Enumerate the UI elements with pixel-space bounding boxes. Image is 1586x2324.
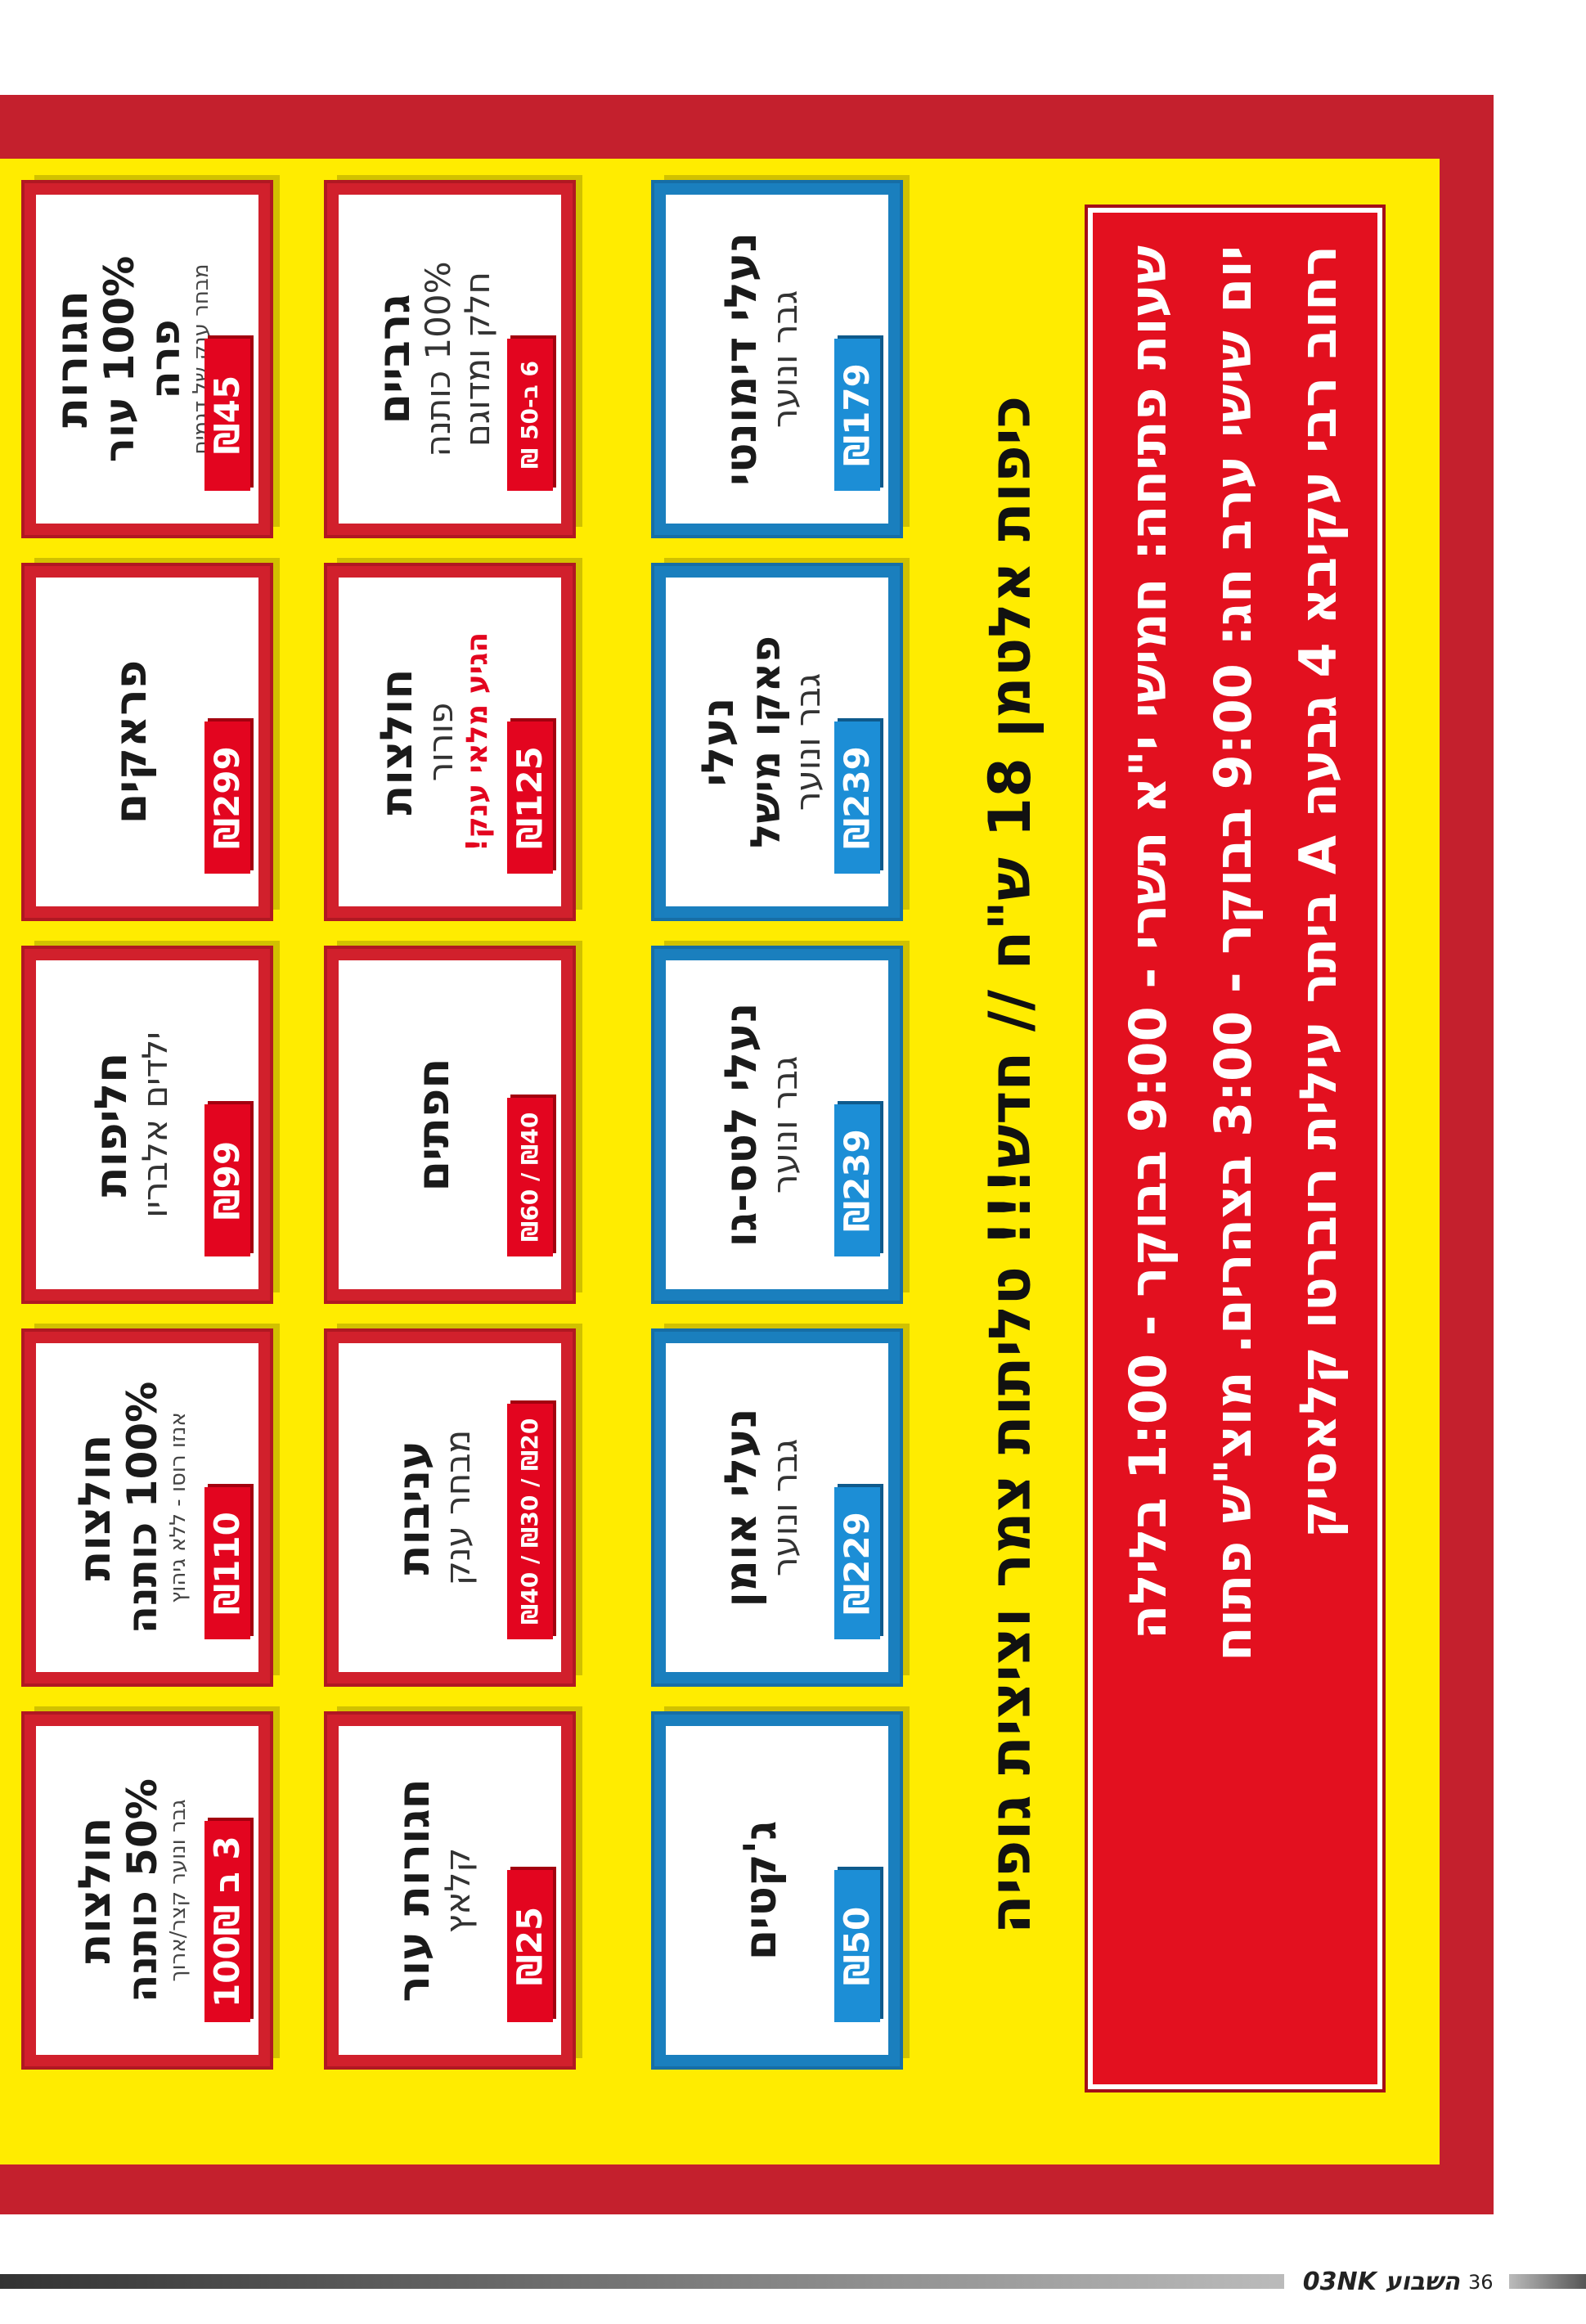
product-title: ג'קטים: [735, 1820, 786, 1961]
price-tag: ₪40 / ₪60: [507, 1097, 553, 1256]
product-card-forward-shirts: חולצות פורור הגיע מלאי ענק! ₪125: [327, 566, 573, 918]
ad-content: חגורות 100% עור פרה מבחר ענק של דגמים ₪4…: [0, 159, 1440, 2164]
product-title: נעלי לטס-גו: [715, 1002, 766, 1247]
stock-notice: הגיע מלאי ענק!: [461, 632, 494, 852]
product-card-dimonti-shoes: נעלי דימונטי גבר ונוער ₪179: [654, 183, 900, 535]
product-card-kids-suits: חליפות ילדים אלבריו ₪99: [25, 949, 270, 1301]
opening-hours-line-1: שעות פתיחה: חמישי י"א תשרי - 9:00 בבוקר …: [1118, 245, 1178, 1640]
price-tag: ₪299: [204, 721, 250, 874]
price-tag: 3 ב 100₪: [204, 1821, 250, 2022]
product-subtitle: קלאץ: [438, 1847, 478, 1934]
opening-hours-box: שעות פתיחה: חמישי י"א תשרי - 9:00 בבוקר …: [1088, 208, 1382, 2089]
product-subtitle-2: חלק ומדוגם: [457, 272, 497, 447]
opening-hours-line-2: יום שישי ערב חג: 9:00 בבוקר - 3:00 בצהרי…: [1203, 245, 1263, 1661]
product-title: חולצות: [371, 668, 422, 816]
price-tag: ₪99: [204, 1104, 250, 1256]
product-card-belts: חגורות 100% עור פרה מבחר ענק של דגמים ₪4…: [25, 183, 270, 535]
product-subtitle: מבחר ענק: [438, 1429, 478, 1586]
price-tag: ₪125: [507, 721, 553, 874]
product-row-1: חגורות 100% עור פרה מבחר ענק של דגמים ₪4…: [25, 159, 319, 2164]
page-number: 36: [1468, 2271, 1494, 2294]
price-tag: ₪20 / ₪30 / ₪40: [507, 1403, 553, 1639]
price-tag: ₪239: [834, 721, 880, 874]
price-tag: ₪229: [834, 1487, 880, 1639]
product-title-2: 100% כותנה: [119, 1381, 166, 1634]
product-card-jackets: ג'קטים ₪50: [654, 1715, 900, 2066]
product-title: חליפות: [85, 1052, 137, 1198]
footer-rule-end: [1509, 2274, 1586, 2289]
headline: כיפות אלטמן 18 ש"ח // חדש!!! טליתות צמר …: [977, 395, 1044, 1935]
product-subtitle: 100% כותנה: [418, 261, 458, 457]
product-card-paco-michel-shoes: נעלי פאקו מישל גבר ונוער ₪239: [654, 566, 900, 918]
store-address: רחוב רבי עקיבא 4 גבעה A ביתר עילית רוברט…: [1288, 245, 1348, 1539]
footer-rule: [0, 2274, 1284, 2289]
product-title-2: 50% כותנה: [119, 1778, 166, 2003]
product-subtitle: פורור: [420, 702, 461, 782]
product-subtitle: גבר ונוער: [765, 1055, 805, 1194]
price-tag: ₪50: [834, 1870, 880, 2022]
product-subtitle: גבר ונוער קצר/ארוך: [166, 1799, 191, 1982]
product-row-2: גרביים 100% כותנה חלק ומדוגם 6 ב-50 ₪ חו…: [327, 159, 622, 2164]
product-title: חולצות: [69, 1817, 120, 1964]
product-card-shirts-100: חולצות 100% כותנה אנזו רוסו - ללא גיהוץ …: [25, 1332, 270, 1683]
product-title-2: 100% עור פרה: [96, 255, 189, 463]
ad-yellow-panel: חגורות 100% עור פרה מבחר ענק של דגמים ₪4…: [0, 159, 1440, 2164]
price-tag: 6 ב-50 ₪: [507, 339, 553, 491]
product-card-oman-shoes: נעלי אומן גבר ונוער ₪229: [654, 1332, 900, 1683]
price-tag: ₪179: [834, 339, 880, 491]
product-row-3: נעלי דימונטי גבר ונוער ₪179 נעלי פאקו מי…: [654, 159, 949, 2164]
product-card-leather-belts: חגורות עור קלאץ ₪25: [327, 1715, 573, 2066]
price-tag: ₪45: [204, 339, 250, 491]
product-subtitle: גבר ונוער: [765, 290, 805, 429]
product-title: חפתים: [407, 1058, 459, 1192]
product-card-cufflinks: חפתים ₪40 / ₪60: [327, 949, 573, 1301]
product-title: פראקים: [105, 659, 156, 825]
product-subtitle: גבר ונוער: [788, 672, 828, 811]
product-subtitle: גבר ונוער: [765, 1438, 805, 1577]
product-title: נעלי: [692, 697, 744, 787]
product-card-shirts-50: חולצות 50% כותנה גבר ונוער קצר/ארוך 3 ב …: [25, 1715, 270, 2066]
product-card-parkas: פראקים ₪299: [25, 566, 270, 918]
product-title: גרביים: [368, 294, 420, 425]
price-tag: ₪110: [204, 1487, 250, 1639]
price-tag: ₪239: [834, 1104, 880, 1256]
product-title: חגורות עור: [388, 1778, 439, 2003]
price-tag: ₪25: [507, 1870, 553, 2022]
product-title-2: פאקו מישל: [742, 636, 789, 848]
page-footer: השבוע 03NK 36: [0, 2264, 1586, 2300]
product-card-socks: גרביים 100% כותנה חלק ומדוגם 6 ב-50 ₪: [327, 183, 573, 535]
product-card-ties: עניבות מבחר ענק ₪20 / ₪30 / ₪40: [327, 1332, 573, 1683]
product-title: עניבות: [388, 1440, 439, 1576]
product-title: חולצות: [69, 1434, 120, 1581]
magazine-name: השבוע 03NK: [1302, 2268, 1460, 2296]
product-subtitle: אנזו רוסו - ללא גיהוץ: [166, 1412, 191, 1603]
product-title: נעלי אומן: [715, 1408, 766, 1607]
product-title: נעלי דימונטי: [715, 232, 766, 487]
product-title: חגורות: [46, 290, 97, 428]
product-card-letsgo-shoes: נעלי לטס-גו גבר ונוער ₪239: [654, 949, 900, 1301]
product-subtitle: ילדים אלבריו: [135, 1032, 175, 1218]
